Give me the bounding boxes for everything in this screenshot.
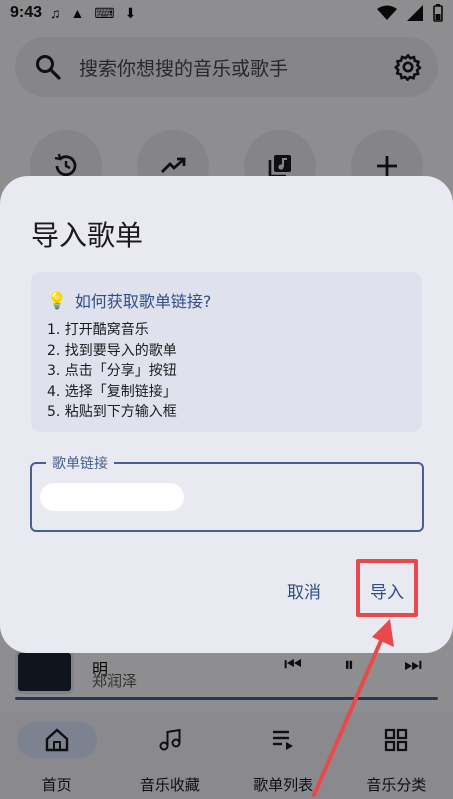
lightbulb-icon: 💡 xyxy=(47,290,67,310)
field-label: 歌单链接 xyxy=(46,453,114,473)
hint-step: 2. 找到要导入的歌单 xyxy=(47,342,177,359)
hint-step: 5. 粘贴到下方输入框 xyxy=(47,404,177,420)
annotation-arrow xyxy=(312,619,394,797)
highlight-box xyxy=(356,559,418,617)
playlist-link-field[interactable]: 歌单链接 xyxy=(30,453,424,532)
playlist-link-input[interactable] xyxy=(40,483,184,511)
dialog-title: 导入歌单 xyxy=(31,219,144,252)
hint-step: 1. 打开酷窝音乐 xyxy=(47,322,149,338)
hint-title: 💡 如何获取歌单链接? xyxy=(47,288,406,312)
hint-step: 3. 点击「分享」按钮 xyxy=(47,363,177,379)
hint-title-text: 如何获取歌单链接? xyxy=(74,292,212,311)
cancel-button[interactable]: 取消 xyxy=(276,573,332,607)
hint-card: 💡 如何获取歌单链接? 1. 打开酷窝音乐 2. 找到要导入的歌单 3. 点击「… xyxy=(31,272,422,432)
hint-step: 4. 选择「复制链接」 xyxy=(47,383,177,400)
